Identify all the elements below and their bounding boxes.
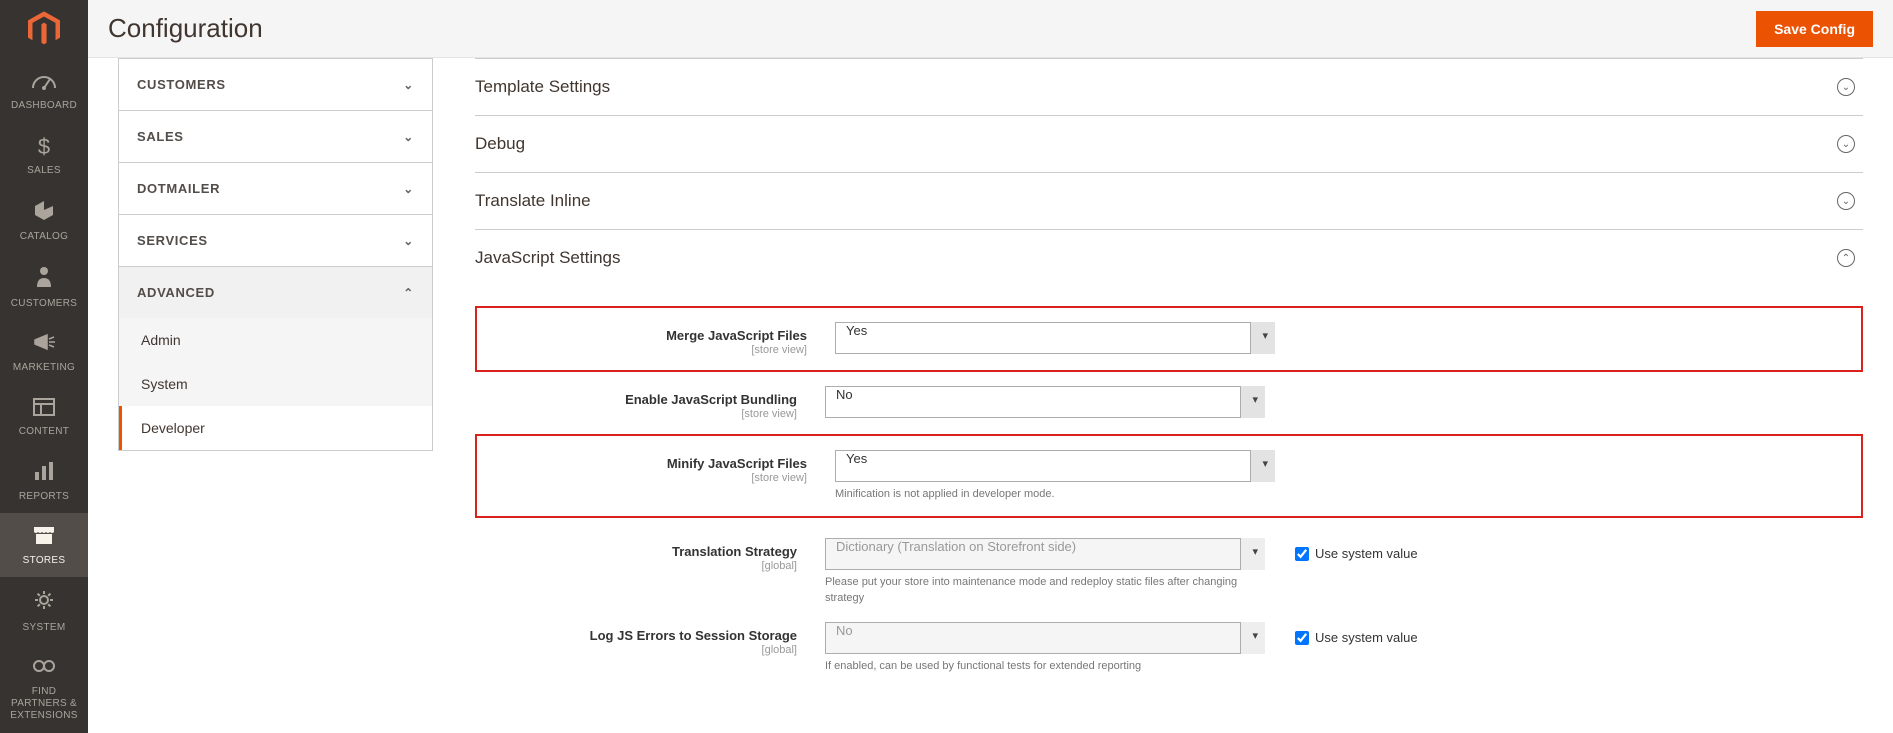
tab-group-customers[interactable]: CUSTOMERS ⌄ (119, 59, 432, 110)
chevron-down-icon: ⌄ (403, 182, 414, 196)
tab-group-label: ADVANCED (137, 285, 215, 300)
nav-label: DASHBOARD (11, 100, 77, 112)
javascript-settings-body: Merge JavaScript Files [store view] Yes (475, 286, 1863, 693)
nav-label: MARKETING (13, 362, 75, 374)
field-help: Please put your store into maintenance m… (825, 575, 1265, 606)
bundling-select[interactable]: No (825, 386, 1265, 418)
page-title: Configuration (108, 13, 263, 44)
nav-content[interactable]: CONTENT (0, 384, 88, 448)
tab-advanced-system[interactable]: System (119, 362, 432, 406)
section-template-settings[interactable]: Template Settings ⌄ (475, 58, 1863, 116)
tab-advanced-developer[interactable]: Developer (119, 406, 432, 450)
chevron-down-icon: ⌄ (403, 130, 414, 144)
nav-customers[interactable]: CUSTOMERS (0, 253, 88, 319)
field-label: Log JS Errors to Session Storage (590, 628, 797, 643)
section-translate-inline[interactable]: Translate Inline ⌄ (475, 173, 1863, 230)
nav-dashboard[interactable]: DASHBOARD (0, 58, 88, 122)
field-scope: [store view] (485, 472, 807, 484)
nav-reports[interactable]: REPORTS (0, 448, 88, 512)
section-title: Debug (475, 134, 525, 154)
tab-group-label: CUSTOMERS (137, 77, 226, 92)
dollar-icon: $ (38, 134, 50, 160)
nav-label: REPORTS (19, 491, 69, 503)
field-help: Minification is not applied in developer… (835, 487, 1275, 502)
nav-label: FIND PARTNERS & EXTENSIONS (4, 686, 84, 722)
nav-marketing[interactable]: MARKETING (0, 320, 88, 384)
minify-js-select[interactable]: Yes (835, 450, 1275, 482)
partners-icon (32, 656, 56, 682)
magento-logo-icon (28, 11, 60, 47)
box-icon (33, 199, 55, 227)
nav-label: SALES (27, 165, 61, 177)
log-errors-select: No (825, 622, 1265, 654)
use-system-value-label: Use system value (1315, 546, 1418, 561)
use-system-value-checkbox[interactable] (1295, 547, 1309, 561)
tab-advanced-admin[interactable]: Admin (119, 318, 432, 362)
collapse-icon: ⌃ (1837, 249, 1855, 267)
gear-icon (33, 589, 55, 617)
tab-group-label: DOTMAILER (137, 181, 220, 196)
chevron-down-icon: ⌄ (403, 234, 414, 248)
section-debug[interactable]: Debug ⌄ (475, 116, 1863, 173)
dashboard-icon (31, 70, 57, 96)
expand-icon: ⌄ (1837, 78, 1855, 96)
field-minify-js: Minify JavaScript Files [store view] Yes… (485, 442, 1853, 510)
field-log-js-errors: Log JS Errors to Session Storage [global… (475, 614, 1863, 682)
nav-label: SYSTEM (23, 622, 66, 634)
admin-nav-sidebar: DASHBOARD $ SALES CATALOG CUSTOMERS MARK… (0, 0, 88, 733)
use-system-value-label: Use system value (1315, 630, 1418, 645)
field-label: Minify JavaScript Files (667, 456, 807, 471)
field-scope: [global] (475, 560, 797, 572)
tab-group-advanced[interactable]: ADVANCED ⌃ (119, 267, 432, 318)
chevron-up-icon: ⌃ (403, 286, 414, 300)
tab-group-sales[interactable]: SALES ⌄ (119, 111, 432, 162)
use-system-value-checkbox[interactable] (1295, 631, 1309, 645)
field-scope: [store view] (475, 408, 797, 420)
tab-group-label: SERVICES (137, 233, 208, 248)
nav-stores[interactable]: STORES (0, 513, 88, 577)
translation-strategy-select: Dictionary (Translation on Storefront si… (825, 538, 1265, 570)
nav-label: STORES (23, 555, 66, 567)
merge-js-select[interactable]: Yes (835, 322, 1275, 354)
tab-group-services[interactable]: SERVICES ⌄ (119, 215, 432, 266)
nav-sales[interactable]: $ SALES (0, 122, 88, 186)
field-label: Merge JavaScript Files (666, 328, 807, 343)
field-scope: [global] (475, 644, 797, 656)
chevron-down-icon: ⌄ (403, 78, 414, 92)
expand-icon: ⌄ (1837, 135, 1855, 153)
field-label: Translation Strategy (672, 544, 797, 559)
save-config-button[interactable]: Save Config (1756, 11, 1873, 47)
field-help: If enabled, can be used by functional te… (825, 659, 1265, 674)
magento-logo[interactable] (0, 0, 88, 58)
field-scope: [store view] (485, 344, 807, 356)
section-title: JavaScript Settings (475, 248, 621, 268)
bars-icon (34, 460, 54, 486)
nav-catalog[interactable]: CATALOG (0, 187, 88, 253)
section-javascript-settings[interactable]: JavaScript Settings ⌃ (475, 230, 1863, 286)
expand-icon: ⌄ (1837, 192, 1855, 210)
field-translation-strategy: Translation Strategy [global] Dictionary… (475, 530, 1863, 614)
layout-icon (33, 396, 55, 422)
nav-label: CATALOG (20, 231, 68, 243)
nav-label: CONTENT (19, 426, 69, 438)
tab-group-label: SALES (137, 129, 184, 144)
nav-label: CUSTOMERS (11, 298, 77, 310)
store-icon (32, 525, 56, 551)
person-icon (36, 265, 52, 293)
field-merge-js: Merge JavaScript Files [store view] Yes (485, 314, 1853, 364)
megaphone-icon (32, 332, 56, 358)
section-title: Translate Inline (475, 191, 591, 211)
section-title: Template Settings (475, 77, 610, 97)
field-enable-bundling: Enable JavaScript Bundling [store view] … (475, 378, 1863, 428)
nav-system[interactable]: SYSTEM (0, 577, 88, 643)
page-header: Configuration Save Config (88, 0, 1893, 58)
config-tabs-panel: CUSTOMERS ⌄ SALES ⌄ DOTMAILER ⌄ (88, 58, 445, 733)
tab-group-dotmailer[interactable]: DOTMAILER ⌄ (119, 163, 432, 214)
field-label: Enable JavaScript Bundling (625, 392, 797, 407)
config-form: Template Settings ⌄ Debug ⌄ Translate In… (445, 58, 1893, 733)
